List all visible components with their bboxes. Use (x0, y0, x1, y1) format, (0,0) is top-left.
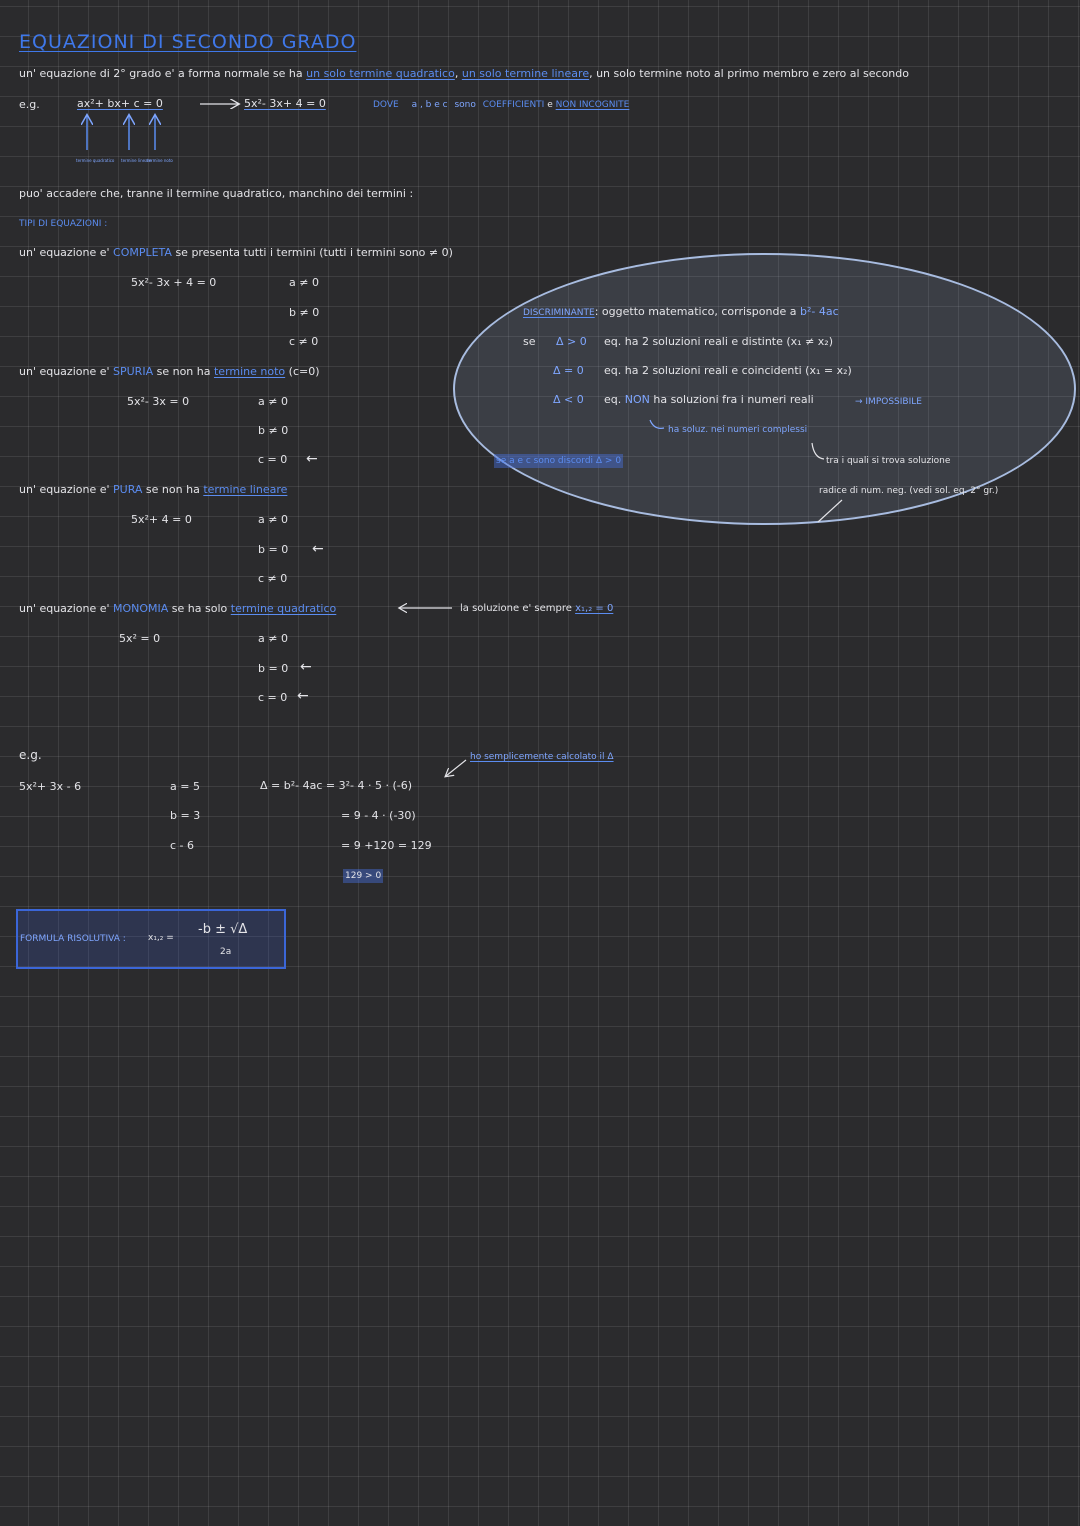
pura-definition: un' equazione e' PURA se non ha termine … (19, 483, 288, 496)
delta-note: ho semplicemente calcolato il Δ (470, 752, 614, 762)
spuria-cond-c: c = 0 (258, 453, 288, 466)
formula-lhs: x₁,₂ = (148, 933, 174, 943)
impossibile-label: → IMPOSSIBILE (855, 397, 922, 407)
delta-calc-3: = 9 +120 = 129 (341, 839, 432, 852)
monomia-marker-arrow-c: ← (297, 688, 309, 704)
discriminant-definition: DISCRIMINANTE: oggetto matematico, corri… (523, 305, 839, 318)
intro-definition: un' equazione di 2° grado e' a forma nor… (19, 67, 909, 80)
monomia-cond-a: a ≠ 0 (258, 632, 288, 645)
coefficients-note: DOVE a , b e c sono COEFFICIENTI e NON I… (373, 100, 630, 110)
spuria-cond-a: a ≠ 0 (258, 395, 288, 408)
case-zero-condition: Δ = 0 (553, 364, 584, 377)
arrow-label-quadratico: termine quadratico (76, 158, 115, 163)
arrow-label-noto: termine noto (147, 158, 173, 163)
completa-cond-c: c ≠ 0 (289, 335, 319, 348)
case-negative-condition: Δ < 0 (553, 393, 584, 406)
delta-calc-2: = 9 - 4 · (-30) (341, 809, 416, 822)
spuria-cond-b: b ≠ 0 (258, 424, 289, 437)
example2-c: c - 6 (170, 839, 195, 852)
discordi-note: se a e c sono discordi Δ > 0 (494, 454, 624, 468)
spuria-marker-arrow: ← (306, 451, 318, 467)
delta-note-arrow (446, 759, 467, 776)
case-positive-text: eq. ha 2 soluzioni reali e distinte (x₁ … (604, 335, 834, 348)
pura-cond-c: c ≠ 0 (258, 572, 288, 585)
formula-numerator: -b ± √Δ (198, 922, 248, 937)
formula-denominator: 2a (220, 947, 232, 957)
completa-cond-b: b ≠ 0 (289, 306, 320, 319)
general-form: ax²+ bx+ c = 0 (77, 97, 163, 110)
spuria-example: 5x²- 3x = 0 (127, 395, 190, 408)
completa-cond-a: a ≠ 0 (289, 276, 319, 289)
example-label: e.g. (19, 98, 40, 111)
missing-terms-note: puo' accadere che, tranne il termine qua… (19, 187, 414, 200)
complex-solutions-note: ha soluz. nei numeri complessi (668, 425, 808, 435)
complex-explanation-a: tra i quali si trova soluzione (826, 456, 951, 466)
types-heading: TIPI DI EQUAZIONI : (19, 219, 108, 229)
monomia-marker-arrow-b: ← (300, 659, 312, 675)
example2-a: a = 5 (170, 780, 200, 793)
example2-label: e.g. (19, 748, 42, 762)
discriminant-se: se (523, 335, 536, 348)
case-negative-text: eq. NON ha soluzioni fra i numeri reali (604, 393, 814, 406)
specific-equation: 5x²- 3x+ 4 = 0 (244, 97, 326, 110)
pura-example: 5x²+ 4 = 0 (131, 513, 192, 526)
completa-example: 5x²- 3x + 4 = 0 (131, 276, 217, 289)
formula-label: FORMULA RISOLUTIVA : (20, 934, 126, 944)
pura-marker-arrow: ← (312, 541, 324, 557)
case-positive-condition: Δ > 0 (556, 335, 587, 348)
monomia-solution: la soluzione e' sempre x₁,₂ = 0 (460, 603, 614, 614)
completa-definition: un' equazione e' COMPLETA se presenta tu… (19, 246, 453, 259)
monomia-example: 5x² = 0 (119, 632, 161, 645)
complex-explanation-b: radice di num. neg. (vedi sol. eq. 2° gr… (819, 486, 999, 496)
pura-cond-b: b = 0 (258, 543, 289, 556)
delta-calc-1: Δ = b²- 4ac = 3²- 4 · 5 · (-6) (260, 779, 412, 792)
spuria-definition: un' equazione e' SPURIA se non ha termin… (19, 365, 320, 378)
example2-equation: 5x²+ 3x - 6 (19, 780, 82, 793)
monomia-cond-c: c = 0 (258, 691, 288, 704)
monomia-cond-b: b = 0 (258, 662, 289, 675)
delta-result: 129 > 0 (343, 869, 384, 883)
case-zero-text: eq. ha 2 soluzioni reali e coincidenti (… (604, 364, 852, 377)
monomia-definition: un' equazione e' MONOMIA se ha solo term… (19, 602, 337, 615)
example2-b: b = 3 (170, 809, 201, 822)
pura-cond-a: a ≠ 0 (258, 513, 288, 526)
page-title: EQUAZIONI DI SECONDO GRADO (19, 31, 357, 53)
